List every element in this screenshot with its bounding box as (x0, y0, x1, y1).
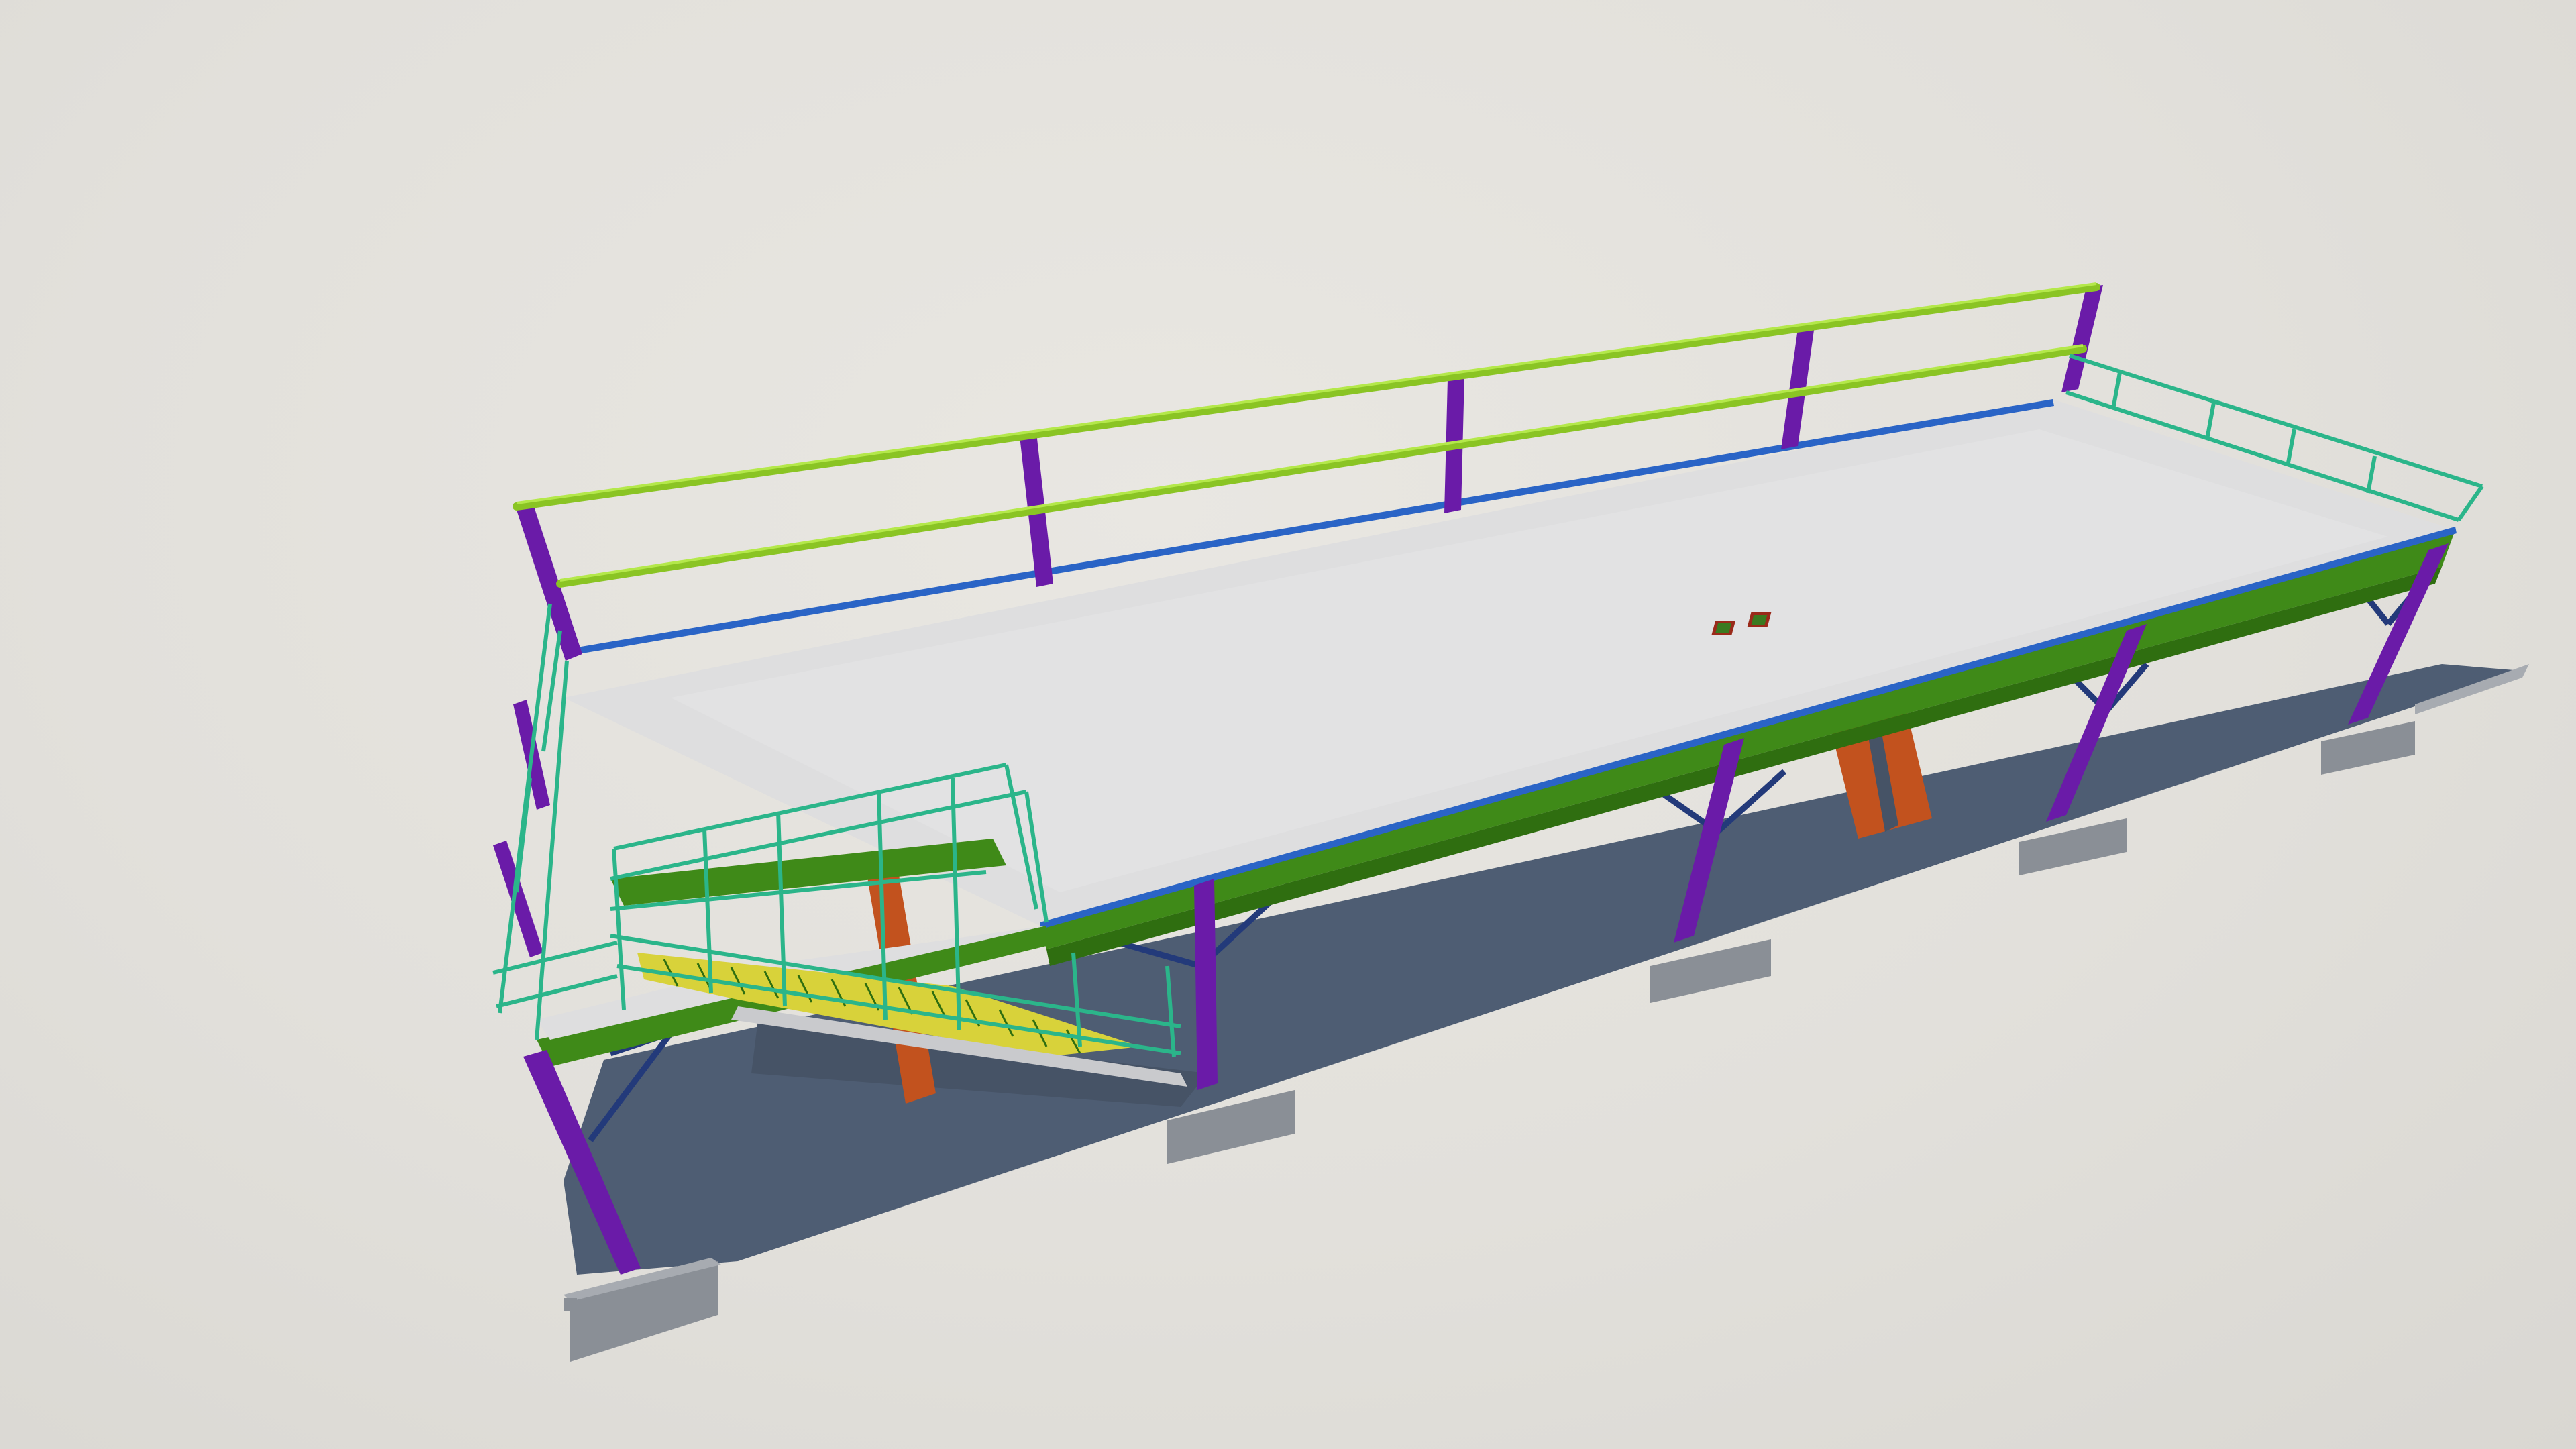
square-hatch-icon (1715, 623, 1732, 633)
3d-viewport[interactable] (0, 0, 2576, 1449)
post (2061, 285, 2103, 392)
square-hatch-icon (1751, 615, 1768, 625)
column (1194, 879, 1218, 1090)
guardrail-left (492, 603, 618, 1040)
ground-ledge (564, 1298, 577, 1311)
mezzanine-model[interactable] (0, 0, 2576, 1449)
